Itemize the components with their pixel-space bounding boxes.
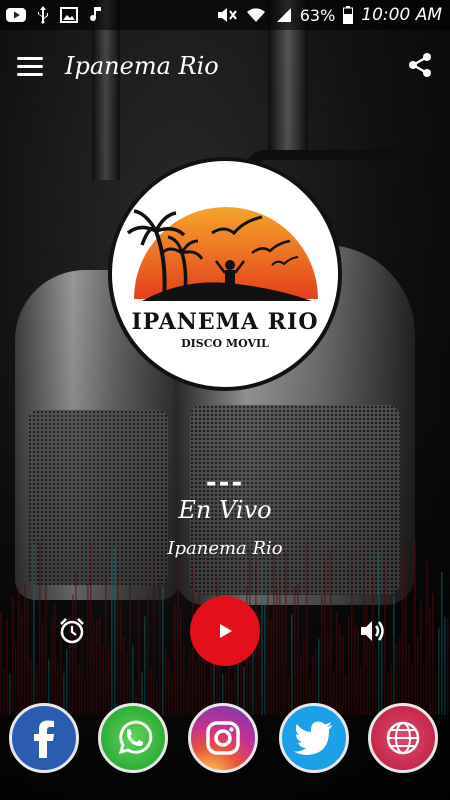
alarm-clock-icon[interactable] [58,617,86,645]
instagram-button[interactable] [188,703,258,773]
logo-name: IPANEMA RIO [132,309,319,335]
play-icon [220,624,232,638]
facebook-icon [34,720,54,758]
music-note-icon [90,7,101,22]
wifi-icon [246,8,265,22]
background-overlay [0,0,450,800]
clock: 10:00 AM [361,5,442,25]
signal-icon [276,8,291,22]
background-image [0,0,450,800]
instagram-icon [206,721,240,755]
song-placeholder: --- [205,468,245,498]
app-bar: Ipanema Rio [0,44,450,88]
station-logo-graphic: IPANEMA RIO DISCO MOVIL [126,207,319,350]
logo-tagline: DISCO MOVIL [181,337,269,350]
share-icon[interactable] [407,52,433,78]
artist-name: Ipanema Rio [167,538,283,559]
battery-percentage: 63% [299,5,336,25]
globe-icon [386,721,420,755]
station-logo: IPANEMA RIO DISCO MOVIL [108,157,342,391]
twitter-icon [294,721,332,755]
app-title: Ipanema Rio [65,52,219,80]
website-button[interactable] [368,703,438,773]
usb-icon [38,6,48,24]
social-links [0,703,450,775]
facebook-button[interactable] [9,703,79,773]
twitter-button[interactable] [279,703,349,773]
whatsapp-icon [118,720,153,755]
hamburger-menu-icon[interactable] [17,52,43,81]
battery-icon [343,6,354,24]
whatsapp-button[interactable] [98,703,168,773]
image-icon [60,7,78,23]
status-bar: 63% 10:00 AM [0,0,450,30]
mute-icon [217,8,237,22]
play-button[interactable] [190,596,260,666]
track-title: En Vivo [178,496,272,524]
youtube-icon [6,8,26,22]
volume-icon[interactable] [358,617,386,645]
